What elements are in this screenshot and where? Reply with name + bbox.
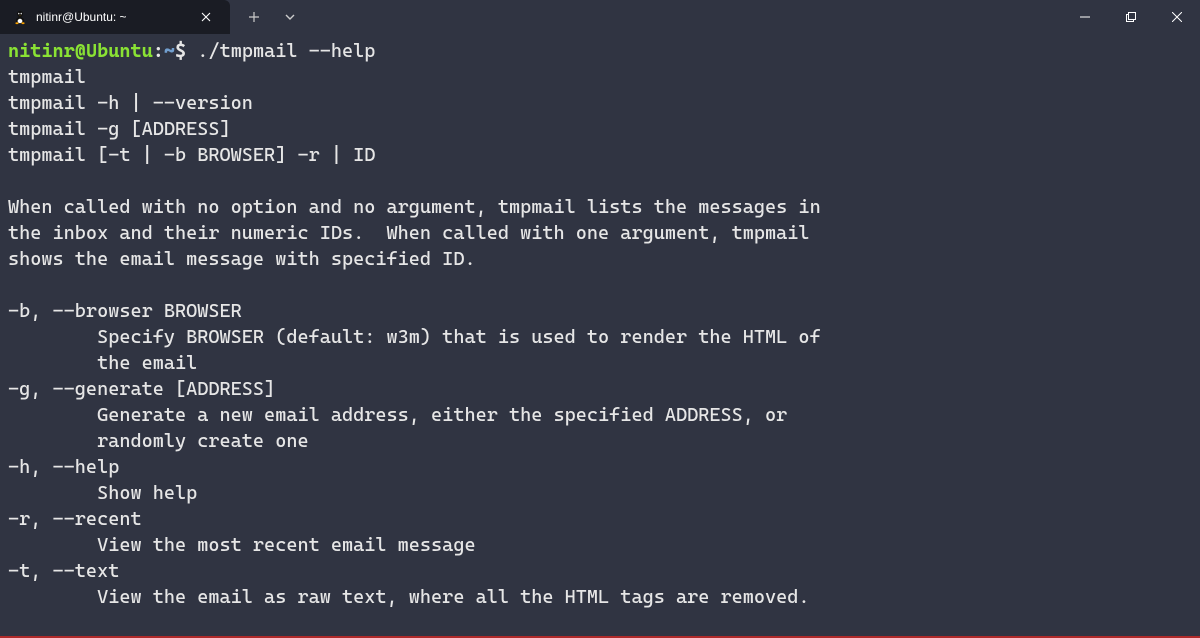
- minimize-button[interactable]: [1062, 0, 1108, 34]
- tab-controls: [230, 0, 306, 34]
- window-controls: [1062, 0, 1200, 34]
- prompt-user: nitinr: [8, 40, 75, 62]
- prompt-colon: :: [153, 40, 164, 62]
- close-tab-button[interactable]: [192, 3, 220, 31]
- prompt-host: Ubuntu: [86, 40, 153, 62]
- tab-dropdown-button[interactable]: [274, 1, 306, 33]
- active-tab[interactable]: nitinr@Ubuntu: ~: [0, 0, 230, 34]
- terminal-viewport[interactable]: nitinr@Ubuntu:~$ ./tmpmail --help tmpmai…: [0, 34, 1200, 618]
- command-output: tmpmail tmpmail -h | --version tmpmail -…: [8, 66, 821, 608]
- title-bar: nitinr@Ubuntu: ~: [0, 0, 1200, 34]
- prompt-at: @: [75, 40, 86, 62]
- prompt-path: ~: [164, 40, 175, 62]
- maximize-button[interactable]: [1108, 0, 1154, 34]
- prompt-symbol: $: [175, 40, 186, 62]
- new-tab-button[interactable]: [238, 1, 270, 33]
- tab-title: nitinr@Ubuntu: ~: [36, 10, 184, 24]
- command-text: ./tmpmail --help: [186, 40, 375, 62]
- tux-icon: [12, 9, 28, 25]
- titlebar-drag-area[interactable]: [306, 0, 1062, 34]
- entered-command: ./tmpmail --help: [197, 40, 375, 62]
- close-window-button[interactable]: [1154, 0, 1200, 34]
